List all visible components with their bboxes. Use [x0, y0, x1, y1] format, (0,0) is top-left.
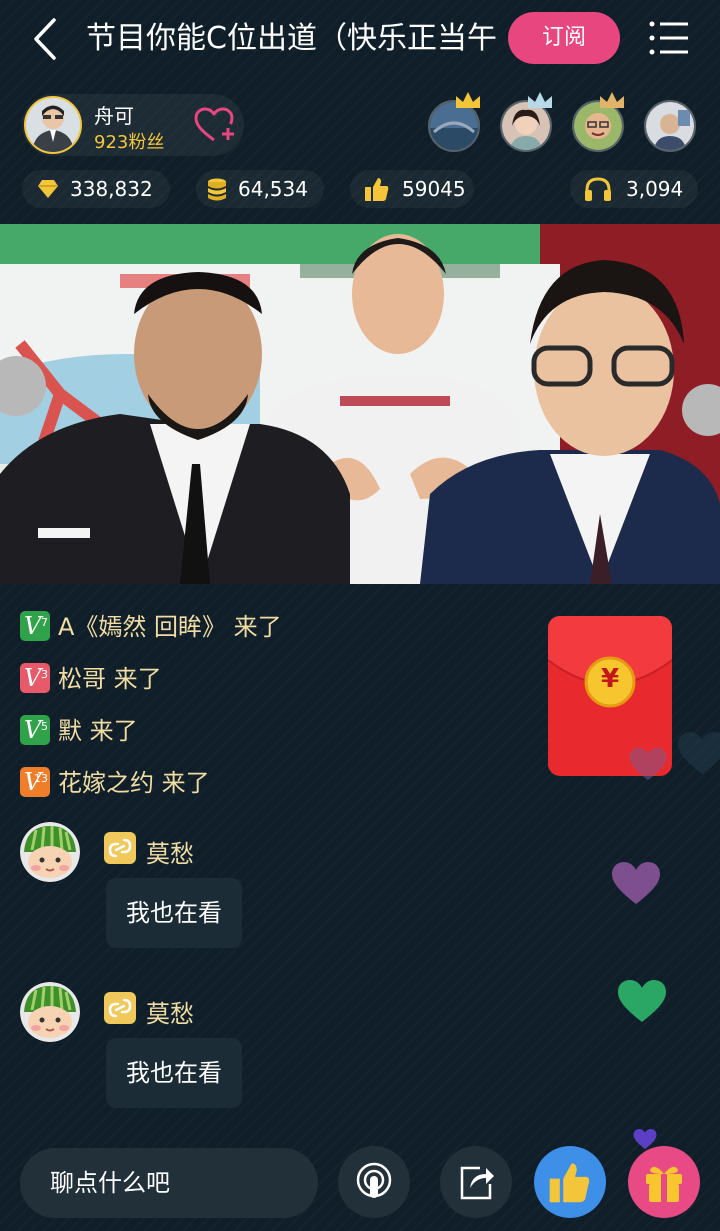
chat-input[interactable]: 聊点什么吧 — [20, 1148, 318, 1218]
mic-icon — [354, 1162, 394, 1206]
diamond-stat: 338,832 — [22, 170, 170, 208]
host-avatar[interactable] — [24, 96, 82, 154]
share-icon — [456, 1162, 496, 1206]
viewer-avatar[interactable] — [644, 100, 696, 152]
subscribe-button[interactable]: 订阅 — [508, 12, 620, 64]
crown-icon — [598, 90, 626, 110]
chat-message-bubble: 我也在看 — [106, 1038, 242, 1108]
floating-heart-icon — [676, 730, 720, 776]
mic-button[interactable] — [338, 1146, 410, 1218]
floating-heart-icon — [610, 860, 662, 906]
gift-icon — [642, 1160, 686, 1208]
crown-icon — [454, 90, 482, 110]
join-message: V 7 A《嫣然 回眸》 来了 — [20, 610, 282, 644]
floating-heart-icon — [616, 978, 668, 1024]
chat-user-avatar[interactable] — [20, 822, 80, 882]
like-count: 59045 — [402, 177, 466, 201]
gift-button[interactable] — [628, 1146, 700, 1218]
like-button[interactable] — [534, 1146, 606, 1218]
diamond-count: 338,832 — [70, 177, 153, 201]
thumbs-up-icon — [548, 1160, 592, 1208]
coin-stat: 64,534 — [196, 170, 324, 208]
chat-username[interactable]: 莫愁 — [146, 834, 194, 869]
live-video[interactable] — [0, 224, 720, 584]
vip-level-badge: V3 — [20, 663, 50, 693]
crown-icon — [526, 90, 554, 110]
listener-stat: 3,094 — [570, 170, 698, 208]
chat-user-avatar[interactable] — [20, 982, 80, 1042]
host-name: 舟可 — [94, 104, 134, 128]
yuan-symbol: ¥ — [600, 664, 620, 694]
chat-message-bubble: 我也在看 — [106, 878, 242, 948]
join-message: V 3 松哥 来了 — [20, 662, 162, 696]
chat-username[interactable]: 莫愁 — [146, 994, 194, 1029]
listener-count: 3,094 — [626, 177, 684, 201]
thumbs-up-icon — [364, 176, 390, 206]
user-level-badge — [104, 992, 136, 1024]
like-stat: 59045 — [350, 170, 474, 208]
user-level-badge — [104, 832, 136, 864]
vip-level-badge: V7 — [20, 611, 50, 641]
top-bar: 节目你能C位出道（快乐正当午 订阅 — [0, 0, 720, 80]
diamond-icon — [36, 179, 60, 203]
heart-plus-icon[interactable] — [192, 104, 236, 148]
share-button[interactable] — [440, 1146, 512, 1218]
headphones-icon — [584, 176, 612, 206]
floating-heart-icon — [628, 742, 680, 788]
menu-icon[interactable] — [648, 20, 692, 56]
coin-count: 64,534 — [238, 177, 308, 201]
host-fan-count: 923粉丝 — [94, 132, 165, 153]
coin-stack-icon — [206, 177, 228, 205]
join-message: V5默 来了 — [20, 714, 138, 748]
program-title: 节目你能C位出道（快乐正当午 — [86, 21, 496, 56]
join-message: V 13 花嫁之约 来了 — [20, 766, 210, 800]
vip-level-badge: V5 — [20, 715, 50, 745]
vip-level-badge: V 13 — [20, 767, 50, 797]
back-arrow-icon[interactable] — [26, 14, 66, 64]
